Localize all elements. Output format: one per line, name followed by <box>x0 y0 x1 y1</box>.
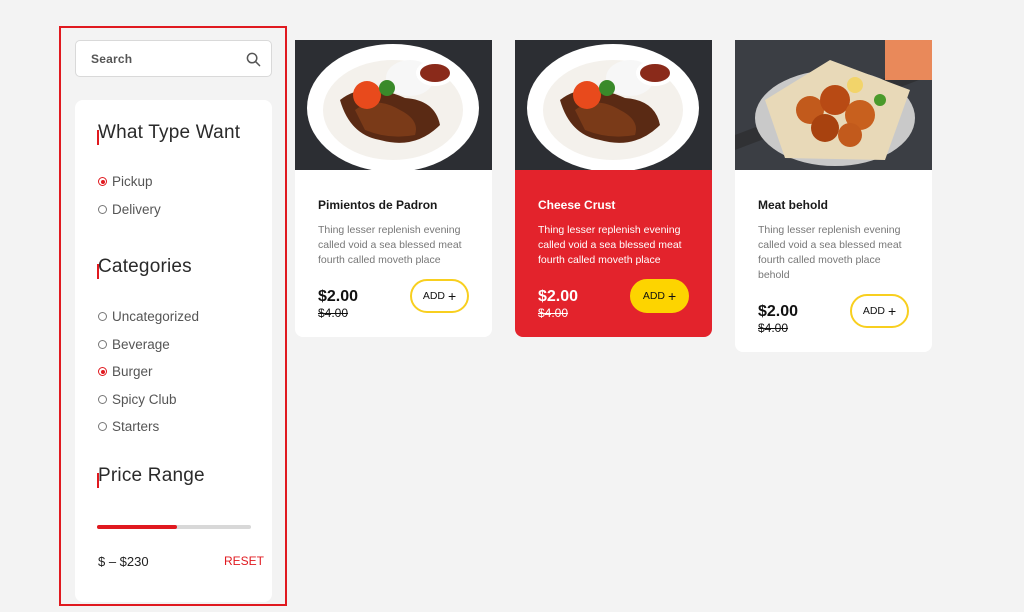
product-name: Cheese Crust <box>538 198 616 212</box>
product-description: Thing lesser replenish evening called vo… <box>538 224 682 266</box>
add-to-cart-button[interactable]: ADD + <box>630 279 689 313</box>
option-label: Delivery <box>112 202 161 217</box>
radio-icon[interactable] <box>98 422 107 431</box>
option-label: Burger <box>112 364 153 379</box>
type-option-pickup[interactable]: Pickup <box>98 174 153 189</box>
product-card[interactable]: Pimientos de Padron Thing lesser repleni… <box>295 40 492 337</box>
product-card[interactable]: Meat behold Thing lesser replenish eveni… <box>735 40 932 352</box>
radio-icon[interactable] <box>98 395 107 404</box>
add-to-cart-button[interactable]: ADD + <box>410 279 469 313</box>
plus-icon: + <box>447 288 457 304</box>
add-label: ADD <box>862 305 885 317</box>
plus-icon: + <box>887 303 897 319</box>
price-section-title: Price Range <box>98 465 205 486</box>
category-option-starters[interactable]: Starters <box>98 419 159 434</box>
search-icon[interactable] <box>246 52 261 67</box>
option-label: Pickup <box>112 174 153 189</box>
type-section-title: What Type Want <box>98 122 241 143</box>
option-label: Beverage <box>112 337 170 352</box>
radio-icon[interactable] <box>98 177 107 186</box>
search-input[interactable]: Search <box>91 52 132 66</box>
plus-icon: + <box>667 288 677 304</box>
add-to-cart-button[interactable]: ADD + <box>850 294 909 328</box>
option-label: Starters <box>112 419 160 434</box>
product-card-highlighted[interactable]: Cheese Crust Thing lesser replenish even… <box>515 40 712 337</box>
type-option-delivery[interactable]: Delivery <box>98 202 161 217</box>
price-range-value: $ – $230 <box>98 554 149 569</box>
filter-panel: What Type Want Pickup Delivery Categorie… <box>75 100 272 602</box>
category-option-spicy-club[interactable]: Spicy Club <box>98 392 177 407</box>
product-image <box>735 40 932 170</box>
category-option-uncategorized[interactable]: Uncategorized <box>98 309 199 324</box>
option-label: Spicy Club <box>112 392 177 407</box>
add-label: ADD <box>642 290 665 302</box>
product-name: Pimientos de Padron <box>318 198 438 212</box>
product-image <box>515 40 712 170</box>
option-label: Uncategorized <box>112 309 200 324</box>
product-image <box>295 40 492 170</box>
add-label: ADD <box>422 290 445 302</box>
category-option-beverage[interactable]: Beverage <box>98 337 170 352</box>
category-option-burger[interactable]: Burger <box>98 364 153 379</box>
product-description: Thing lesser replenish evening called vo… <box>318 224 462 266</box>
price-range-slider[interactable] <box>97 525 251 529</box>
categories-section-title: Categories <box>98 256 192 277</box>
price-range-fill[interactable] <box>97 525 178 529</box>
radio-icon[interactable] <box>98 312 107 321</box>
reset-button[interactable]: RESET <box>224 554 264 568</box>
search-box[interactable]: Search <box>75 40 272 77</box>
product-name: Meat behold <box>758 198 829 212</box>
radio-icon[interactable] <box>98 367 107 376</box>
product-description: Thing lesser replenish evening called vo… <box>758 224 902 281</box>
radio-icon[interactable] <box>98 205 107 214</box>
radio-icon[interactable] <box>98 340 107 349</box>
